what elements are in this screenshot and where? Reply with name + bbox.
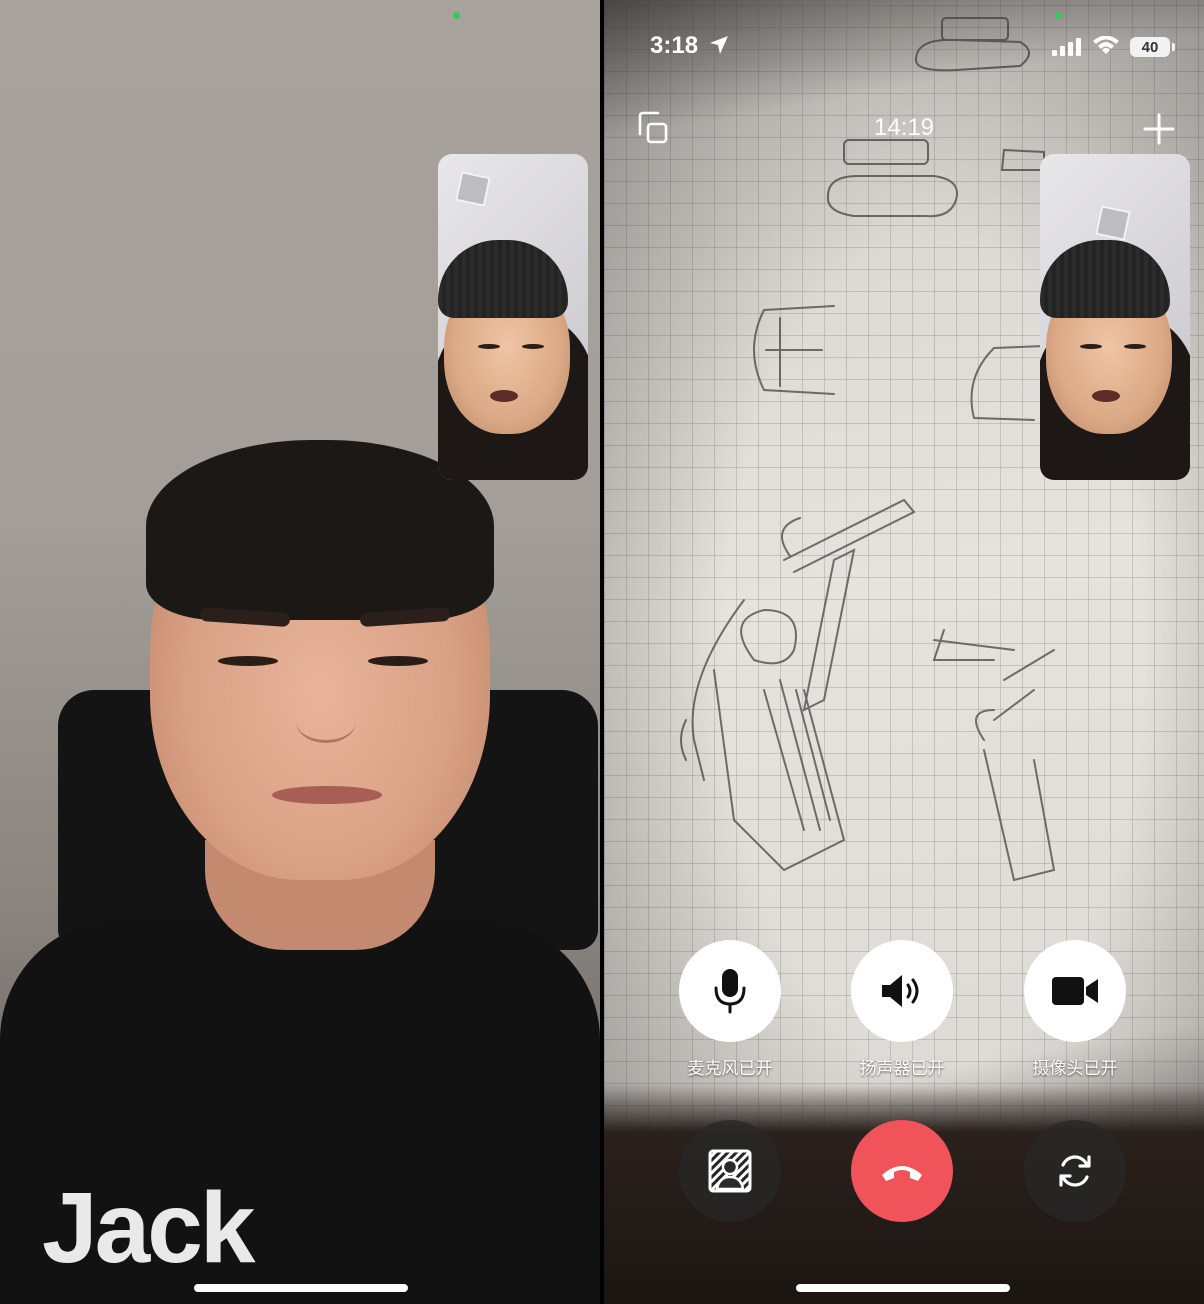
location-arrow-icon: [710, 36, 728, 54]
background-blur-icon: [708, 1149, 752, 1193]
home-indicator[interactable]: [796, 1284, 1010, 1292]
microphone-button[interactable]: [679, 940, 781, 1042]
camera-status-label: 摄像头已开: [1032, 1059, 1118, 1079]
mouth: [272, 786, 382, 804]
camera-button[interactable]: [1024, 940, 1126, 1042]
wall-fixture: [455, 171, 491, 207]
hang-up-icon: [882, 1166, 922, 1181]
camera-in-use-indicator: [453, 12, 460, 19]
pip-mouth: [1092, 390, 1120, 402]
background-blur-button[interactable]: [679, 1120, 781, 1222]
battery-tip: [1172, 43, 1175, 51]
status-time: 3:18: [650, 32, 699, 59]
self-view-pip[interactable]: [1040, 154, 1190, 480]
left-eye: [218, 656, 278, 666]
pip-eye: [1080, 344, 1102, 349]
switch-camera-icon: [1059, 1155, 1091, 1187]
speaker-button[interactable]: [851, 940, 953, 1042]
pip-eye: [1124, 344, 1146, 349]
home-indicator[interactable]: [194, 1284, 408, 1292]
pip-eye: [522, 344, 544, 349]
minimize-window-icon[interactable]: [634, 110, 670, 146]
pip-eye: [478, 344, 500, 349]
speaker-status-label: 扬声器已开: [859, 1059, 945, 1079]
camera-in-use-indicator: [1055, 12, 1062, 19]
self-view-pip[interactable]: [438, 154, 588, 480]
left-call-screen: Jack: [0, 0, 600, 1304]
nose: [296, 700, 356, 743]
status-bar: 3:18 40: [604, 28, 1204, 68]
switch-camera-button[interactable]: [1024, 1120, 1126, 1222]
battery-icon: 40: [1130, 37, 1170, 57]
call-duration: 14:19: [873, 114, 935, 141]
microphone-status-label: 麦克风已开: [687, 1059, 773, 1079]
right-call-screen: 3:18 40 14:19 麦克风已开 扬声器已开 摄像头已开: [604, 0, 1204, 1304]
pip-beanie: [1040, 240, 1170, 318]
video-camera-icon: [1052, 977, 1098, 1005]
microphone-icon: [714, 969, 746, 1014]
shirt-print-text: Jack: [42, 1172, 255, 1284]
signal-icon: [1052, 38, 1081, 56]
pip-beanie: [438, 240, 568, 318]
right-eye: [368, 656, 428, 666]
speaker-icon: [882, 975, 919, 1007]
wall-fixture: [1095, 205, 1131, 241]
add-icon[interactable]: [1142, 112, 1176, 146]
hang-up-button[interactable]: [851, 1120, 953, 1222]
pip-mouth: [490, 390, 518, 402]
wifi-icon: [1093, 36, 1119, 54]
